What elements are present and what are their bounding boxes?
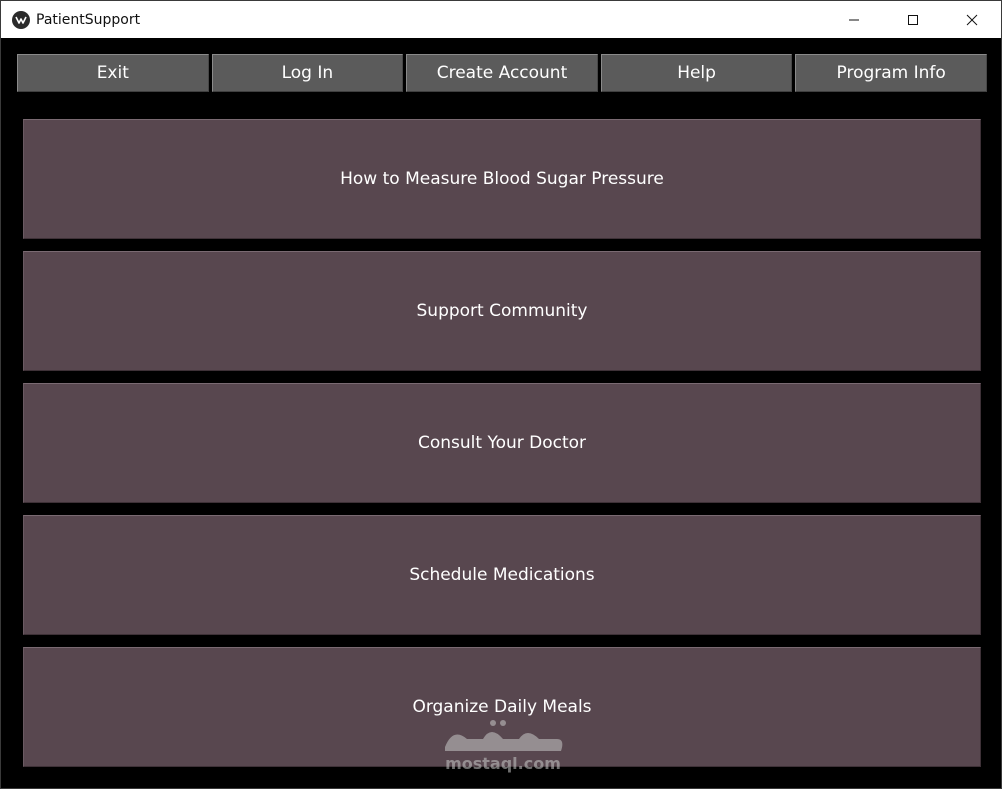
title-bar[interactable]: PatientSupport: [1, 1, 1001, 38]
app-logo-icon: [12, 10, 30, 29]
exit-button[interactable]: Exit: [17, 54, 209, 92]
main-menu: How to Measure Blood Sugar Pressure Supp…: [23, 119, 981, 779]
maximize-button[interactable]: [883, 1, 942, 38]
support-community-button[interactable]: Support Community: [23, 251, 981, 371]
consult-doctor-button[interactable]: Consult Your Doctor: [23, 383, 981, 503]
measure-blood-sugar-button[interactable]: How to Measure Blood Sugar Pressure: [23, 119, 981, 239]
create-account-button[interactable]: Create Account: [406, 54, 598, 92]
organize-meals-button[interactable]: Organize Daily Meals: [23, 647, 981, 767]
help-button[interactable]: Help: [600, 54, 793, 92]
window-title: PatientSupport: [36, 11, 141, 28]
maximize-icon: [907, 14, 918, 25]
app-window: PatientSupport Exit Log In Create Accoun…: [0, 0, 1002, 789]
minimize-button[interactable]: [824, 1, 883, 38]
log-in-button[interactable]: Log In: [211, 54, 404, 92]
window-controls: [824, 1, 1001, 38]
program-info-button[interactable]: Program Info: [795, 54, 987, 92]
close-icon: [966, 14, 977, 25]
schedule-medications-button[interactable]: Schedule Medications: [23, 515, 981, 635]
top-toolbar: Exit Log In Create Account Help Program …: [17, 54, 987, 93]
close-button[interactable]: [942, 1, 1001, 38]
minimize-icon: [848, 19, 859, 20]
